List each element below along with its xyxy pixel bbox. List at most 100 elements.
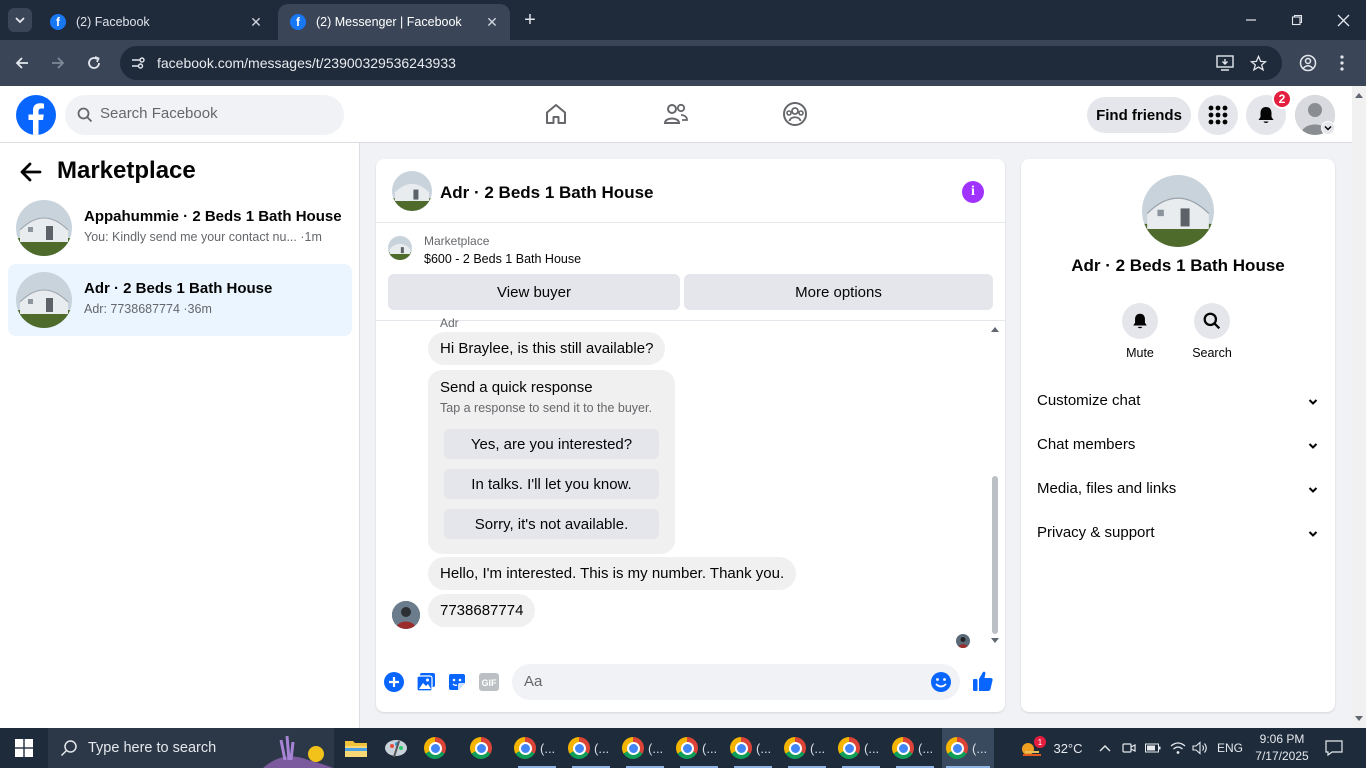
notification-badge: 2: [1272, 89, 1292, 109]
browser-menu-icon[interactable]: [1330, 51, 1354, 75]
close-window-button[interactable]: [1320, 0, 1366, 40]
listing-price-title[interactable]: $600 - 2 Beds 1 Bath House: [424, 252, 581, 266]
paint-app-icon[interactable]: [384, 728, 412, 768]
start-button[interactable]: [0, 728, 48, 768]
tab-search-button[interactable]: [8, 8, 32, 32]
media-files-links-section[interactable]: Media, files and links: [1037, 480, 1319, 504]
info-icon[interactable]: i: [962, 181, 984, 203]
chrome-window-button[interactable]: (...: [676, 728, 722, 768]
chrome-window-button[interactable]: (...: [784, 728, 830, 768]
groups-nav-icon[interactable]: [781, 100, 809, 128]
thumbs-up-icon[interactable]: [971, 669, 995, 693]
sticker-icon[interactable]: [446, 671, 468, 693]
site-info-icon[interactable]: [128, 53, 148, 73]
find-friends-button[interactable]: Find friends: [1087, 97, 1191, 133]
add-icon[interactable]: [383, 671, 405, 693]
url-text: facebook.com/messages/t/2390032953624393…: [157, 55, 456, 71]
facebook-favicon-icon: f: [290, 14, 306, 30]
scrollbar-thumb[interactable]: [992, 476, 998, 634]
taskbar-search-box[interactable]: Type here to search: [48, 728, 334, 768]
weather-icon[interactable]: 1: [1016, 728, 1046, 768]
gif-icon[interactable]: GIF: [478, 671, 500, 693]
wifi-icon[interactable]: [1168, 728, 1188, 768]
meet-now-icon[interactable]: [1120, 728, 1138, 768]
close-tab-icon[interactable]: ✕: [484, 14, 500, 30]
chrome-window-button[interactable]: (...: [568, 728, 614, 768]
address-bar[interactable]: facebook.com/messages/t/2390032953624393…: [120, 46, 1282, 80]
input-language[interactable]: ENG: [1214, 728, 1246, 768]
emoji-icon[interactable]: [930, 671, 952, 693]
profile-icon[interactable]: [1296, 51, 1320, 75]
bookmark-star-icon[interactable]: [1248, 53, 1268, 73]
chat-avatar[interactable]: [392, 171, 432, 211]
forward-button[interactable]: [46, 51, 70, 75]
privacy-support-section[interactable]: Privacy & support: [1037, 524, 1319, 548]
chat-header: Adr · 2 Beds 1 Bath House i: [376, 159, 1005, 223]
home-nav-icon[interactable]: [542, 100, 570, 128]
photo-icon[interactable]: [415, 671, 437, 693]
chrome-window-button[interactable]: (...: [622, 728, 668, 768]
facebook-search-box[interactable]: [65, 95, 344, 135]
search-icon[interactable]: [1194, 303, 1230, 339]
chrome-window-button-active[interactable]: (...: [942, 728, 994, 768]
weather-badge: 1: [1034, 736, 1046, 748]
chrome-profile-app-icon[interactable]: [470, 728, 496, 768]
account-chevron-icon[interactable]: [1321, 121, 1335, 135]
search-action[interactable]: Search: [1182, 303, 1242, 360]
quick-response-option[interactable]: In talks. I'll let you know.: [444, 469, 659, 499]
install-app-icon[interactable]: [1215, 53, 1235, 73]
battery-icon[interactable]: [1143, 728, 1163, 768]
browser-tab-facebook[interactable]: f (2) Facebook ✕: [38, 4, 274, 40]
restore-button[interactable]: [1274, 0, 1320, 40]
new-tab-button[interactable]: +: [518, 10, 542, 30]
message-input-box[interactable]: [512, 664, 960, 700]
listing-thumbnail: [16, 200, 72, 256]
message-list: Adr Hi Braylee, is this still available?…: [376, 316, 1005, 648]
bell-icon[interactable]: [1122, 303, 1158, 339]
minimize-button[interactable]: [1228, 0, 1274, 40]
page-scrollbar[interactable]: [1352, 86, 1366, 728]
chat-title[interactable]: Adr · 2 Beds 1 Bath House: [440, 183, 654, 203]
taskbar-app-label: (...: [594, 740, 610, 756]
close-icon: [1337, 14, 1349, 26]
chrome-window-button[interactable]: (...: [514, 728, 560, 768]
quick-response-option[interactable]: Sorry, it's not available.: [444, 509, 659, 539]
chrome-app-icon[interactable]: [424, 728, 448, 768]
chrome-window-button[interactable]: (...: [730, 728, 776, 768]
show-hidden-icons-icon[interactable]: [1096, 728, 1114, 768]
facebook-search-input[interactable]: [100, 105, 330, 122]
volume-icon[interactable]: [1190, 728, 1210, 768]
message-input[interactable]: [524, 673, 904, 690]
facebook-logo-icon[interactable]: [16, 95, 56, 135]
sender-avatar[interactable]: [392, 601, 420, 629]
back-button[interactable]: [10, 51, 34, 75]
back-arrow-icon[interactable]: [18, 159, 44, 185]
taskbar-app-label: (...: [918, 740, 934, 756]
reload-button[interactable]: [82, 51, 106, 75]
chevron-down-icon: [15, 17, 25, 24]
friends-nav-icon[interactable]: [662, 100, 690, 128]
conversation-item[interactable]: Appahummie · 2 Beds 1 Bath House You: Ki…: [8, 192, 352, 264]
chat-members-section[interactable]: Chat members: [1037, 436, 1319, 460]
search-icon: [77, 107, 93, 123]
customize-chat-section[interactable]: Customize chat: [1037, 392, 1319, 416]
conversation-item[interactable]: Adr · 2 Beds 1 Bath House Adr: 773868777…: [8, 264, 352, 336]
system-clock[interactable]: 9:06 PM 7/17/2025: [1250, 731, 1314, 765]
quick-response-option[interactable]: Yes, are you interested?: [444, 429, 659, 459]
browser-tab-messenger[interactable]: f (2) Messenger | Facebook ✕: [278, 4, 510, 40]
notification-center-icon[interactable]: [1320, 728, 1348, 768]
weather-temperature[interactable]: 32°C: [1048, 728, 1088, 768]
facebook-favicon-icon: f: [50, 14, 66, 30]
chrome-window-button[interactable]: (...: [892, 728, 938, 768]
conversation-preview: You: Kindly send me your contact nu... ·…: [84, 230, 322, 244]
view-buyer-button[interactable]: View buyer: [388, 274, 680, 310]
message-composer: GIF: [376, 661, 1005, 703]
taskbar-app-label: (...: [648, 740, 664, 756]
file-explorer-icon[interactable]: [344, 728, 372, 768]
close-tab-icon[interactable]: ✕: [248, 14, 264, 30]
menu-grid-button[interactable]: [1198, 95, 1238, 135]
more-options-button[interactable]: More options: [684, 274, 993, 310]
mute-action[interactable]: Mute: [1110, 303, 1170, 360]
listing-thumbnail: [388, 236, 412, 260]
chrome-window-button[interactable]: (...: [838, 728, 884, 768]
